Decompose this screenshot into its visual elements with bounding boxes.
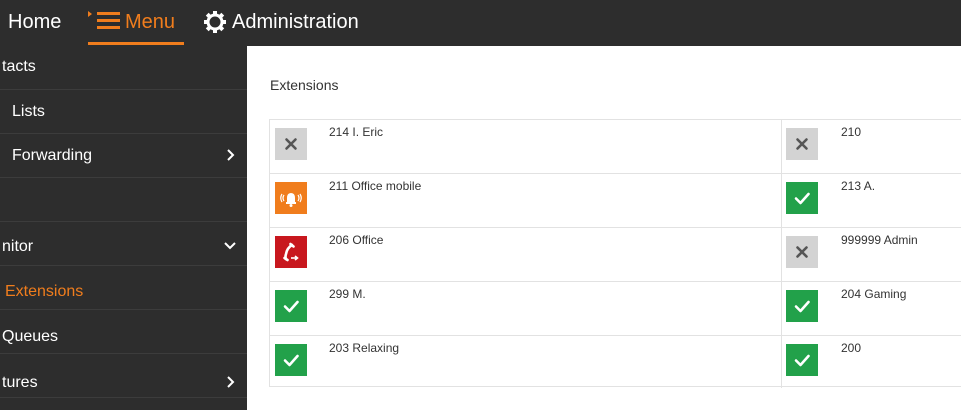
sidebar-item-contacts[interactable]: tacts (0, 46, 247, 90)
menu-label: Menu (125, 11, 176, 33)
x-icon (786, 128, 818, 160)
check-icon (275, 344, 307, 376)
sidebar-item-lists[interactable]: Lists (0, 90, 247, 134)
sidebar-item-extensions[interactable]: Extensions (0, 266, 247, 310)
administration-label: Administration (232, 11, 359, 33)
extension-name: 213 A. (841, 179, 876, 193)
extensions-grid: 214 I. Eric 210 211 Office mobile 213 A. (269, 119, 961, 388)
x-icon (275, 128, 307, 160)
menu-indicator-icon (88, 11, 92, 17)
x-icon (786, 236, 818, 268)
extension-name: 214 I. Eric (329, 125, 384, 139)
extension-tile[interactable]: 213 A. (782, 174, 961, 228)
sidebar-item-queues[interactable]: Queues (0, 310, 247, 354)
extension-tile[interactable]: 204 Gaming (782, 282, 961, 336)
extension-name: 999999 Admin (841, 233, 918, 247)
hamburger-icon (97, 12, 120, 30)
check-icon (786, 344, 818, 376)
sidebar-item-label: tacts (2, 58, 36, 75)
sidebar-item-label: Forwarding (12, 147, 93, 164)
chevron-right-icon (227, 376, 235, 388)
chevron-right-icon (227, 149, 235, 161)
sidebar-item-label: Lists (12, 103, 45, 120)
sidebar-item-blank[interactable] (0, 178, 247, 222)
extension-tile[interactable]: 214 I. Eric (270, 120, 782, 174)
extension-tile[interactable]: 211 Office mobile (270, 174, 782, 228)
check-icon (786, 182, 818, 214)
extension-tile[interactable]: 200 (782, 336, 961, 388)
extension-name: 211 Office mobile (329, 179, 422, 193)
sidebar-item-label: tures (2, 374, 38, 391)
extension-tile[interactable]: 210 (782, 120, 961, 174)
extension-name: 204 Gaming (841, 287, 907, 301)
sidebar-item-label: nitor (2, 238, 34, 255)
extension-tile[interactable]: 299 M. (270, 282, 782, 336)
check-icon (786, 290, 818, 322)
extension-name: 299 M. (329, 287, 366, 301)
ringing-bell-icon (275, 182, 307, 214)
page-title: Extensions (270, 77, 339, 93)
sidebar-item-monitor[interactable]: nitor (0, 222, 247, 266)
extension-name: 206 Office (329, 233, 384, 247)
sidebar: tacts Lists Forwarding nitor Extensions … (0, 46, 247, 410)
sidebar-item-label: Extensions (5, 283, 84, 300)
home-link[interactable]: Home (8, 8, 61, 36)
chevron-down-icon (224, 242, 236, 250)
extension-name: 210 (841, 125, 862, 139)
sidebar-item-features[interactable]: tures (0, 354, 247, 398)
extension-name: 203 Relaxing (329, 341, 400, 355)
extension-tile[interactable]: 206 Office (270, 228, 782, 282)
phone-outgoing-icon (275, 236, 307, 268)
sidebar-item-forwarding[interactable]: Forwarding (0, 134, 247, 178)
top-bar: Home Menu Administration (0, 0, 961, 46)
sidebar-item-label: Queues (2, 328, 59, 345)
extension-tile[interactable]: 203 Relaxing (270, 336, 782, 388)
menu-active-underline (88, 42, 184, 45)
extension-tile[interactable]: 999999 Admin (782, 228, 961, 282)
gear-icon (204, 11, 226, 33)
extension-name: 200 (841, 341, 862, 355)
check-icon (275, 290, 307, 322)
